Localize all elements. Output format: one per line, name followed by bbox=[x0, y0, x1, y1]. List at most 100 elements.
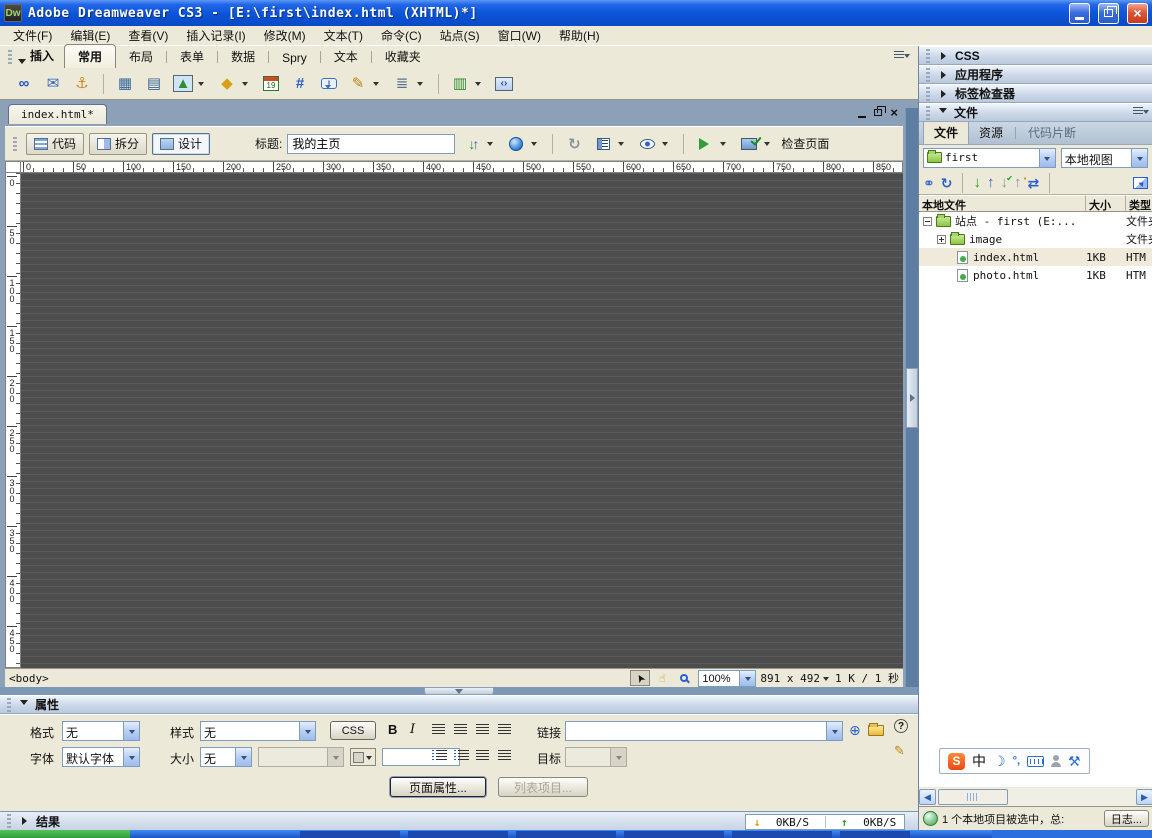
browse-folder-icon[interactable] bbox=[868, 725, 884, 736]
insert-tab-text[interactable]: 文本 bbox=[321, 45, 371, 68]
dock-collapse-handle[interactable] bbox=[906, 368, 918, 428]
unordered-list-icon[interactable] bbox=[432, 750, 447, 761]
hand-tool-icon[interactable]: ☝ bbox=[652, 670, 672, 686]
visual-aids-icon[interactable] bbox=[635, 132, 659, 156]
images-icon[interactable]: ▲ bbox=[171, 72, 195, 96]
connect-icon[interactable]: ⚭ bbox=[923, 176, 935, 190]
templates-icon[interactable]: ▥ bbox=[448, 72, 472, 96]
check-page-icon[interactable] bbox=[737, 132, 761, 156]
menu-help[interactable]: 帮助(H) bbox=[550, 25, 609, 46]
indent-icon[interactable] bbox=[498, 750, 511, 761]
quick-tag-edit-icon[interactable]: ✎ bbox=[894, 743, 905, 759]
taskbar-buttons[interactable] bbox=[300, 831, 910, 838]
panel-grip[interactable] bbox=[926, 68, 930, 82]
align-center-icon[interactable] bbox=[454, 724, 467, 735]
bold-button[interactable]: B bbox=[388, 722, 397, 737]
panel-menu-icon[interactable] bbox=[894, 51, 910, 62]
ime-mode-indicator[interactable]: 中 bbox=[972, 751, 986, 771]
tag-selector[interactable]: <body> bbox=[9, 672, 49, 685]
log-button[interactable]: 日志... bbox=[1104, 810, 1149, 827]
insert-bar-grip[interactable] bbox=[8, 50, 12, 64]
expand-expander[interactable] bbox=[937, 235, 946, 244]
templates-dropdown-icon[interactable] bbox=[475, 82, 481, 89]
file-management-icon[interactable]: ↓↑ bbox=[460, 132, 484, 156]
column-type[interactable]: 类型 bbox=[1126, 195, 1152, 211]
table-icon[interactable]: ▦ bbox=[113, 72, 137, 96]
view-options-icon[interactable] bbox=[591, 132, 615, 156]
horizontal-splitter[interactable] bbox=[0, 687, 918, 695]
style-select[interactable]: 无 bbox=[200, 721, 316, 741]
panel-grip[interactable] bbox=[926, 106, 930, 120]
results-panel-header[interactable]: 结果 ↓ 0KB/S ↑ 0KB/S bbox=[0, 811, 918, 830]
css-panel-header[interactable]: CSS bbox=[919, 46, 1152, 65]
punctuation-icon[interactable]: °, bbox=[1013, 756, 1020, 767]
design-view-button[interactable]: 设计 bbox=[152, 133, 210, 155]
zoom-tool-icon[interactable] bbox=[674, 670, 694, 686]
script-dropdown-icon[interactable] bbox=[417, 82, 423, 89]
tree-row-site[interactable]: 站点 - first (E:... 文件夹 bbox=[919, 212, 1152, 230]
insert-tab-forms[interactable]: 表单 bbox=[167, 45, 217, 68]
collapse-expander[interactable] bbox=[923, 217, 932, 226]
insert-div-icon[interactable]: ▤ bbox=[142, 72, 166, 96]
script-icon[interactable]: ≣ bbox=[390, 72, 414, 96]
zoom-level-select[interactable]: 100% bbox=[698, 670, 756, 687]
help-icon[interactable]: ? bbox=[894, 719, 908, 733]
panel-grip[interactable] bbox=[7, 814, 11, 828]
preview-debug-dropdown-icon[interactable] bbox=[720, 142, 726, 149]
refresh-icon[interactable]: ↻ bbox=[562, 132, 586, 156]
properties-header[interactable]: 属性 bbox=[0, 695, 918, 714]
design-view-canvas[interactable] bbox=[21, 173, 903, 668]
window-size-dropdown-icon[interactable] bbox=[823, 677, 829, 684]
synchronize-icon[interactable]: ⇄ bbox=[1027, 176, 1039, 190]
sogou-logo-icon[interactable]: S bbox=[948, 753, 965, 770]
format-select[interactable]: 无 bbox=[62, 721, 140, 741]
tree-row-index-html[interactable]: index.html 1KB HTM bbox=[919, 248, 1152, 266]
menu-file[interactable]: 文件(F) bbox=[4, 25, 61, 46]
point-to-file-icon[interactable]: ⊕ bbox=[849, 723, 861, 737]
comment-icon[interactable]: ! bbox=[317, 72, 341, 96]
check-in-icon[interactable]: ↑▪ bbox=[1014, 174, 1022, 191]
align-justify-icon[interactable] bbox=[498, 724, 511, 735]
email-link-icon[interactable]: ✉ bbox=[41, 72, 65, 96]
images-dropdown-icon[interactable] bbox=[198, 82, 204, 89]
menu-edit[interactable]: 编辑(E) bbox=[61, 25, 119, 46]
view-mode-select[interactable]: 本地视图 bbox=[1061, 148, 1148, 168]
page-title-input[interactable] bbox=[287, 134, 455, 154]
visual-aids-dropdown-icon[interactable] bbox=[662, 142, 668, 149]
keyboard-icon[interactable] bbox=[1027, 756, 1044, 767]
doc-close-icon[interactable]: × bbox=[890, 106, 898, 119]
tab-assets[interactable]: 资源 bbox=[969, 121, 1013, 144]
insert-tab-common[interactable]: 常用 bbox=[64, 44, 116, 68]
check-page-label[interactable]: 检查页面 bbox=[781, 135, 829, 152]
insert-tab-data[interactable]: 数据 bbox=[218, 45, 268, 68]
application-panel-header[interactable]: 应用程序 bbox=[919, 65, 1152, 84]
preview-globe-icon[interactable] bbox=[504, 132, 528, 156]
align-right-icon[interactable] bbox=[476, 724, 489, 735]
restore-button[interactable] bbox=[1098, 3, 1119, 24]
tree-row-image-folder[interactable]: image 文件夹 bbox=[919, 230, 1152, 248]
scroll-right-icon[interactable]: ▶ bbox=[1136, 789, 1152, 805]
split-view-button[interactable]: 拆分 bbox=[89, 133, 147, 155]
document-tab[interactable]: index.html* bbox=[8, 104, 107, 124]
tag-chooser-icon[interactable]: ‹› bbox=[492, 72, 516, 96]
panel-grip[interactable] bbox=[7, 698, 11, 712]
link-combo[interactable] bbox=[565, 721, 843, 741]
windows-taskbar[interactable] bbox=[0, 830, 1152, 838]
doc-minimize-icon[interactable] bbox=[858, 116, 866, 118]
panel-menu-icon[interactable] bbox=[1133, 107, 1149, 118]
tree-row-photo-html[interactable]: photo.html 1KB HTM bbox=[919, 266, 1152, 284]
tab-files[interactable]: 文件 bbox=[923, 120, 969, 144]
head-tags-dropdown-icon[interactable] bbox=[373, 82, 379, 89]
column-local-files[interactable]: 本地文件 bbox=[919, 195, 1086, 211]
preview-debug-icon[interactable] bbox=[693, 132, 717, 156]
media-dropdown-icon[interactable] bbox=[242, 82, 248, 89]
code-view-button[interactable]: 代码 bbox=[26, 133, 84, 155]
text-color-picker[interactable] bbox=[350, 748, 376, 766]
tag-inspector-panel-header[interactable]: 标签检查器 bbox=[919, 84, 1152, 103]
css-button[interactable]: CSS bbox=[330, 721, 376, 740]
doc-restore-icon[interactable] bbox=[874, 109, 882, 116]
named-anchor-icon[interactable]: ⚓ bbox=[70, 72, 94, 96]
select-tool-icon[interactable]: ➤ bbox=[630, 670, 650, 686]
menu-insert[interactable]: 插入记录(I) bbox=[177, 25, 254, 46]
menu-window[interactable]: 窗口(W) bbox=[489, 25, 550, 46]
